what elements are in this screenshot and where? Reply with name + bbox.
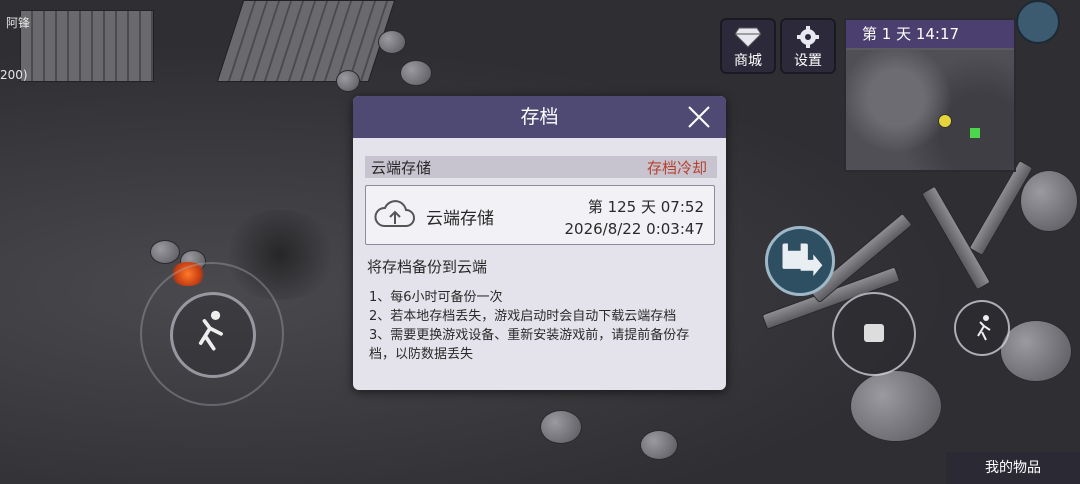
attack-button[interactable] <box>832 292 916 376</box>
rock <box>640 430 678 460</box>
settings-label: 设置 <box>794 53 822 69</box>
day-time-display: 第 1 天 14:17 <box>846 20 1014 48</box>
save-slot-title: 云端存储 <box>426 209 494 229</box>
cooldown-label: 存档冷却 <box>646 159 707 177</box>
cloud-save-slot[interactable]: 云端存储 第 125 天 07:52 2026/8/22 0:03:47 <box>365 185 715 245</box>
rock <box>400 60 432 86</box>
rock <box>540 410 582 444</box>
rule-item: 1、每6小时可备份一次 <box>369 290 503 305</box>
fist-icon <box>864 324 884 342</box>
location-marker-icon <box>970 128 980 138</box>
dialog-description: 将存档备份到云端 <box>367 258 488 276</box>
rules-list: 1、每6小时可备份一次 2、若本地存档丢失，游戏启动时会自动下载云端存档 3、需… <box>369 288 709 364</box>
cloud-storage-section-bar: 云端存储 存档冷却 <box>365 156 717 178</box>
shop-label: 商城 <box>734 53 762 69</box>
journal-button[interactable] <box>1016 0 1060 44</box>
save-slot-datetime: 2026/8/22 0:03:47 <box>564 220 704 238</box>
my-items-label: 我的物品 <box>985 460 1041 476</box>
dialog-title: 存档 <box>520 106 559 128</box>
save-dialog: 存档 云端存储 存档冷却 云端存储 第 125 天 07:52 2026/8/2… <box>353 96 726 390</box>
dialog-header: 存档 <box>353 96 726 138</box>
diamond-icon <box>735 27 761 48</box>
minimap-terrain <box>846 50 1014 170</box>
sprint-button[interactable] <box>954 300 1010 356</box>
save-slot-day: 第 125 天 07:52 <box>587 198 704 216</box>
rock <box>378 30 406 54</box>
running-figure-icon <box>977 315 991 341</box>
boulder <box>1000 320 1072 382</box>
joystick-thumb[interactable] <box>170 292 256 378</box>
cloud-upload-icon <box>374 200 415 227</box>
floppy-disk-icon <box>782 243 823 277</box>
boulder <box>1020 170 1078 232</box>
running-figure-icon <box>198 310 223 351</box>
shop-button[interactable]: 商城 <box>720 18 776 74</box>
player-marker-icon <box>938 114 952 128</box>
boulder <box>850 370 942 442</box>
wooden-shack-roof <box>216 0 396 82</box>
section-label: 云端存储 <box>371 159 432 177</box>
rule-item: 2、若本地存档丢失，游戏启动时会自动下载云端存档 <box>369 309 677 324</box>
rock <box>336 70 360 92</box>
gear-icon <box>797 26 819 48</box>
minimap[interactable]: 第 1 天 14:17 <box>844 18 1016 172</box>
close-icon[interactable] <box>686 104 712 130</box>
settings-button[interactable]: 设置 <box>780 18 836 74</box>
player-name: 阿锋 <box>6 16 31 30</box>
wooden-deck-left <box>20 10 154 82</box>
player-count: 200) <box>0 68 28 82</box>
build-save-button[interactable] <box>765 226 835 296</box>
rule-item: 3、需要更换游戏设备、重新安装游戏前，请提前备份存档，以防数据丢失 <box>369 328 690 362</box>
rock <box>150 240 180 264</box>
my-items-button[interactable]: 我的物品 <box>946 452 1080 484</box>
